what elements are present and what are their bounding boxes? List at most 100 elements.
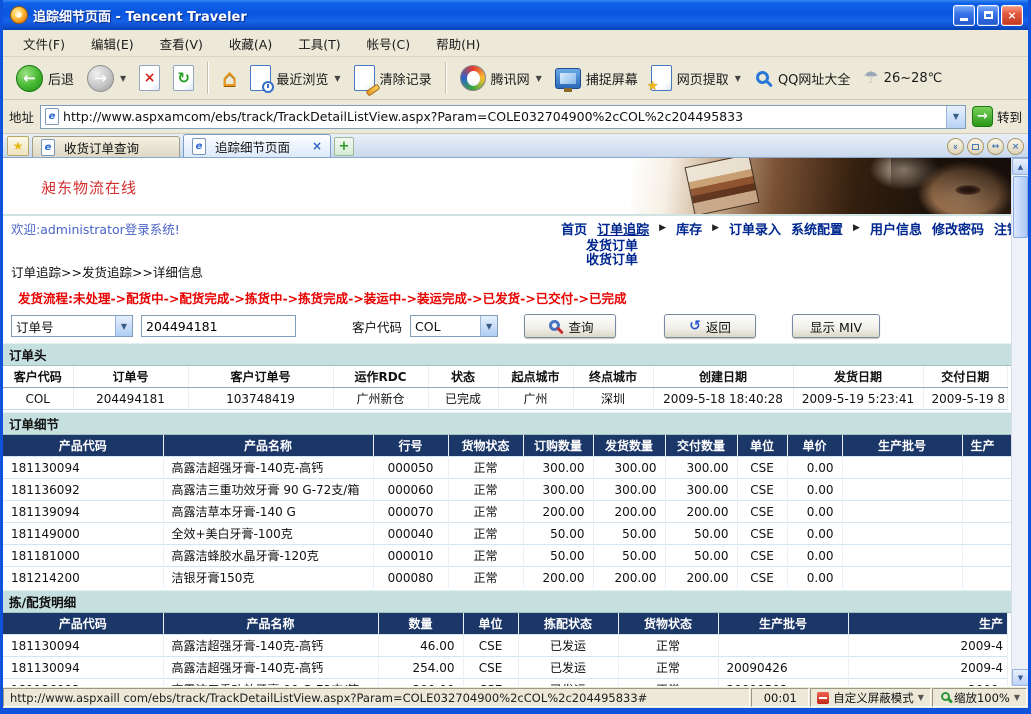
nav-home[interactable]: 首页 bbox=[561, 219, 587, 238]
forward-dropdown-icon[interactable]: ▼ bbox=[120, 74, 126, 83]
order-header-table-wrap: 客户代码订单号客户订单号运作RDC状态起点城市终点城市创建日期发货日期交付日期 … bbox=[3, 366, 1011, 410]
recent-history-button[interactable]: 最近浏览 ▼ bbox=[245, 62, 345, 94]
column-header: 起点城市 bbox=[498, 366, 573, 388]
address-input[interactable]: e http://www.aspxamcom/ebs/track/TrackDe… bbox=[40, 105, 966, 129]
column-header: 状态 bbox=[428, 366, 498, 388]
forward-button[interactable]: → ▼ bbox=[82, 62, 131, 95]
clear-icon bbox=[354, 65, 375, 91]
column-header: 单位 bbox=[463, 613, 518, 635]
table-cell: 20090426 bbox=[718, 657, 848, 679]
table-cell: CSE bbox=[463, 679, 518, 687]
select-dropdown-icon[interactable]: ▼ bbox=[115, 316, 132, 336]
search-button[interactable]: 查询 bbox=[524, 314, 616, 338]
go-label: 转到 bbox=[997, 107, 1022, 126]
column-header: 生产 bbox=[848, 613, 1008, 635]
address-dropdown-icon[interactable]: ▼ bbox=[946, 106, 965, 128]
zoom-dropdown-icon[interactable]: ▼ bbox=[1014, 693, 1020, 702]
table-cell: 200.00 bbox=[593, 567, 665, 589]
table-cell: 高露洁超强牙膏-140克-高钙 bbox=[163, 457, 373, 479]
picking-detail-section-title: 拣/配货明细 bbox=[3, 590, 1028, 613]
subnav-ship-order[interactable]: 发货订单 bbox=[581, 240, 643, 254]
tencent-site-button[interactable]: 腾讯网 ▼ bbox=[455, 62, 547, 94]
nav-change-password[interactable]: 修改密码 bbox=[932, 219, 984, 238]
capture-screen-button[interactable]: 捕捉屏幕 bbox=[550, 65, 643, 92]
maximize-button[interactable] bbox=[977, 5, 999, 26]
close-button[interactable]: × bbox=[1001, 5, 1023, 26]
menu-tools[interactable]: 工具(T) bbox=[286, 31, 352, 56]
order-detail-table-wrap: 产品代码产品名称行号货物状态订购数量发货数量交付数量单位单价生产批号生产 181… bbox=[3, 435, 1011, 588]
clear-history-button[interactable]: 清除记录 bbox=[349, 62, 437, 94]
browser-window: 追踪细节页面 - Tencent Traveler × 文件(F) 编辑(E) … bbox=[0, 0, 1031, 714]
subnav-receive-order[interactable]: 收货订单 bbox=[581, 254, 643, 268]
customer-code-select[interactable]: COL ▼ bbox=[410, 315, 498, 337]
toolbar: ← 后退 → ▼ × ↻ ⌂ 最近浏览 ▼ 清除记录 腾讯网 ▼ bbox=[3, 57, 1028, 100]
address-url[interactable]: http://www.aspxamcom/ebs/track/TrackDeta… bbox=[63, 109, 946, 124]
weather-widget[interactable]: ☂ 26~28℃ bbox=[858, 67, 947, 90]
close-tab-button[interactable]: × bbox=[1007, 138, 1024, 155]
block-mode-control[interactable]: 自定义屏蔽模式 ▼ bbox=[810, 688, 931, 707]
table-cell: 50.00 bbox=[665, 523, 737, 545]
nav-order-entry[interactable]: 订单录入 bbox=[729, 219, 781, 238]
recent-dropdown-icon[interactable]: ▼ bbox=[334, 74, 340, 83]
go-button[interactable]: → 转到 bbox=[972, 106, 1022, 127]
table-cell: 已完成 bbox=[428, 388, 498, 410]
nav-inventory[interactable]: 库存 bbox=[676, 219, 702, 238]
scrollbar-thumb[interactable] bbox=[1013, 176, 1028, 238]
table-cell: 0.00 bbox=[787, 567, 842, 589]
menu-favorites[interactable]: 收藏(A) bbox=[217, 31, 284, 56]
column-header: 创建日期 bbox=[653, 366, 793, 388]
back-button[interactable]: ← 后退 bbox=[11, 62, 79, 95]
tab-receive-order-query[interactable]: e 收货订单查询 bbox=[32, 136, 180, 157]
column-header: 产品代码 bbox=[3, 613, 163, 635]
tab-list-button[interactable]: « bbox=[947, 138, 964, 155]
menu-view[interactable]: 查看(V) bbox=[148, 31, 215, 56]
web-extract-button[interactable]: ★ 网页提取 ▼ bbox=[646, 62, 746, 94]
column-header: 数量 bbox=[378, 613, 463, 635]
menu-file[interactable]: 文件(F) bbox=[11, 31, 77, 56]
home-button[interactable]: ⌂ bbox=[217, 63, 242, 93]
order-field-select[interactable]: 订单号 ▼ bbox=[11, 315, 133, 337]
table-cell bbox=[962, 479, 1011, 501]
table-cell: 181139094 bbox=[3, 501, 163, 523]
table-cell: 正常 bbox=[448, 567, 523, 589]
return-label: 返回 bbox=[706, 317, 731, 336]
new-tab-button[interactable]: + bbox=[334, 137, 354, 156]
order-no-input[interactable] bbox=[141, 315, 296, 337]
zoom-icon bbox=[941, 692, 950, 701]
expand-tabs-button[interactable]: ↔ bbox=[987, 138, 1004, 155]
table-row: COL204494181103748419广州新仓已完成广州深圳2009-5-1… bbox=[3, 388, 1008, 410]
refresh-button[interactable]: ↻ bbox=[168, 62, 199, 94]
show-miv-button[interactable]: 显示 MIV bbox=[792, 314, 880, 338]
menu-account[interactable]: 帐号(C) bbox=[355, 31, 422, 56]
scroll-up-icon[interactable]: ▲ bbox=[1012, 158, 1028, 175]
nav-system-config[interactable]: 系统配置 bbox=[791, 219, 843, 238]
tab-close-icon[interactable]: × bbox=[312, 139, 322, 153]
tab-track-detail[interactable]: e 追踪细节页面 × bbox=[183, 134, 331, 157]
nav-user-info[interactable]: 用户信息 bbox=[870, 219, 922, 238]
nav-arrow-icon: ▶ bbox=[853, 223, 860, 233]
nav-arrow-icon: ▶ bbox=[659, 223, 666, 233]
table-cell: 已发运 bbox=[518, 657, 618, 679]
stop-button[interactable]: × bbox=[134, 62, 165, 94]
minimize-button[interactable] bbox=[953, 5, 975, 26]
tencent-dropdown-icon[interactable]: ▼ bbox=[536, 74, 542, 83]
menu-edit[interactable]: 编辑(E) bbox=[79, 31, 146, 56]
favorites-button[interactable]: ★ bbox=[7, 136, 29, 156]
main-nav: 首页 订单追踪 ▶ 库存 ▶ 订单录入 系统配置 ▶ 用户信息 修改密码 注销 bbox=[561, 219, 1020, 238]
vertical-scrollbar[interactable]: ▲ ▼ bbox=[1011, 158, 1028, 686]
scroll-down-icon[interactable]: ▼ bbox=[1012, 669, 1028, 686]
return-button[interactable]: ↺ 返回 bbox=[664, 314, 756, 338]
menu-help[interactable]: 帮助(H) bbox=[424, 31, 492, 56]
table-cell: 181136092 bbox=[3, 479, 163, 501]
table-cell bbox=[842, 523, 962, 545]
qq-nav-button[interactable]: QQ网址大全 bbox=[749, 66, 855, 91]
table-cell: CSE bbox=[737, 545, 787, 567]
restore-tab-button[interactable] bbox=[967, 138, 984, 155]
select-dropdown-icon[interactable]: ▼ bbox=[480, 316, 497, 336]
nav-order-tracking[interactable]: 订单追踪 bbox=[597, 219, 649, 238]
tab-icon: e bbox=[192, 138, 206, 155]
zoom-control[interactable]: 缩放100% ▼ bbox=[932, 688, 1027, 707]
block-mode-dropdown-icon[interactable]: ▼ bbox=[918, 693, 924, 702]
extract-dropdown-icon[interactable]: ▼ bbox=[735, 74, 741, 83]
capture-label: 捕捉屏幕 bbox=[586, 69, 638, 88]
